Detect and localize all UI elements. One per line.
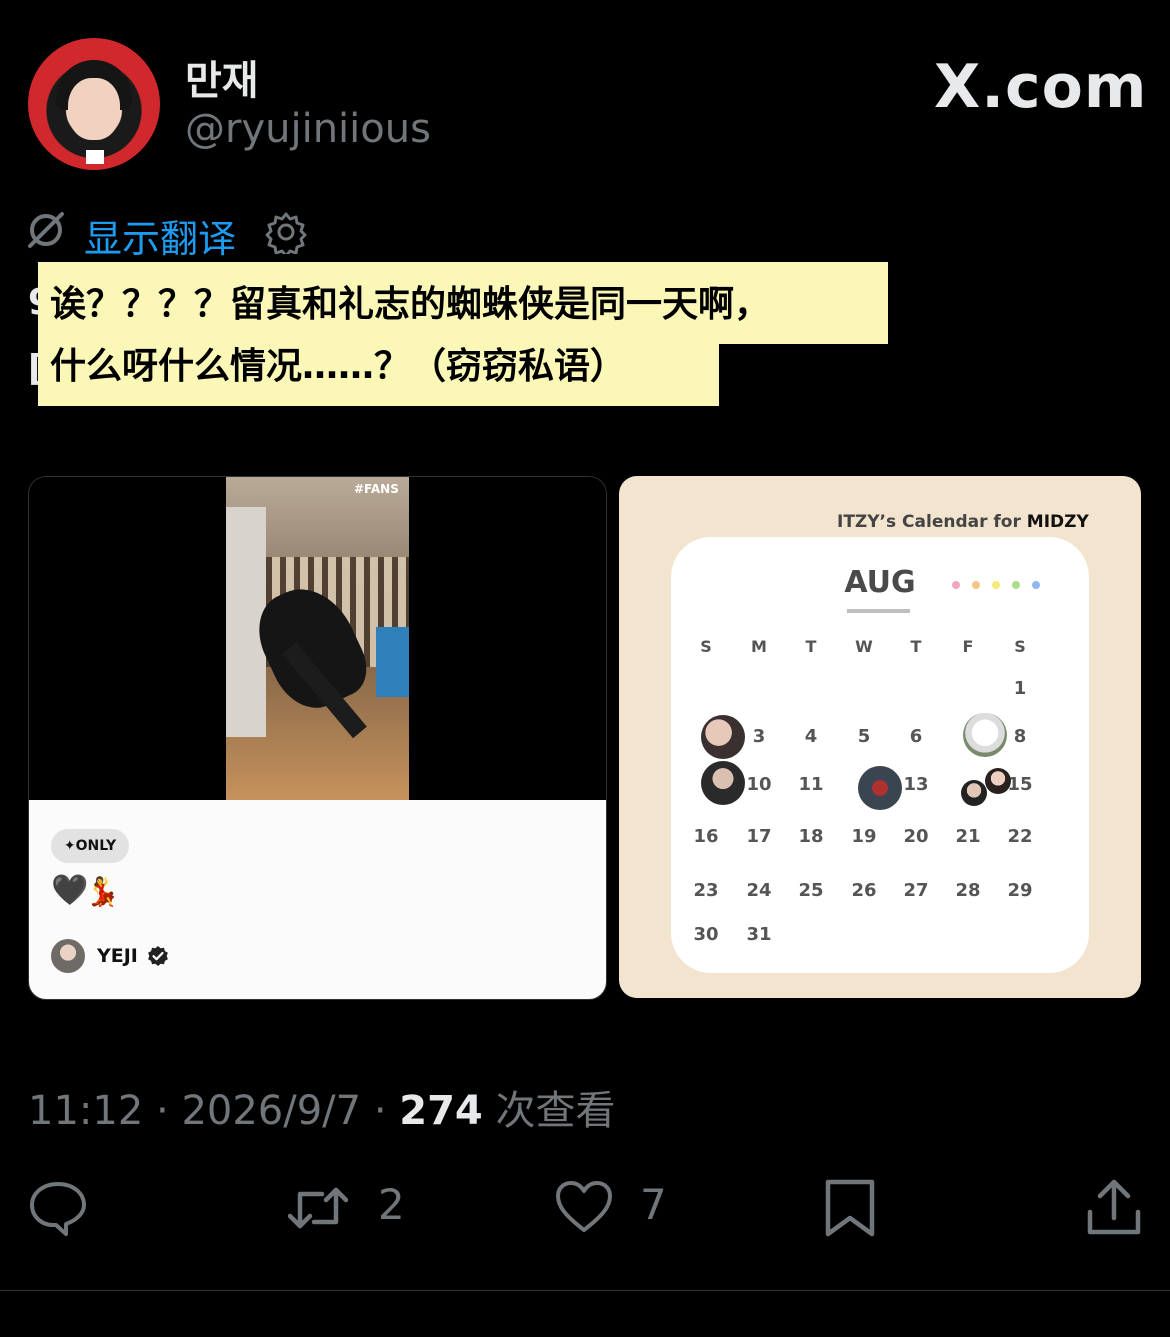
- calendar-day: 23: [693, 880, 719, 901]
- bottom-divider: [0, 1290, 1170, 1291]
- calendar-day: 20: [903, 826, 929, 847]
- share-icon[interactable]: [1084, 1178, 1144, 1238]
- views-label: 次查看: [495, 1088, 616, 1134]
- dancer-emoji: 💃: [85, 875, 120, 908]
- only-badge: ✦ONLY: [51, 829, 129, 863]
- settings-icon[interactable]: [264, 210, 308, 254]
- tweet-text-line-2: 什么呀什么情况……？（窃窃私语）: [38, 344, 719, 406]
- weekday-label: T: [805, 637, 817, 656]
- calendar-day: 19: [851, 826, 877, 847]
- weekday-label: S: [1014, 637, 1026, 656]
- calendar-day: 26: [851, 880, 877, 901]
- black-heart-emoji: 🖤: [51, 873, 89, 908]
- photo-day-9: [701, 761, 745, 805]
- like-count: 7: [640, 1180, 667, 1229]
- photo-day-12: [858, 766, 902, 810]
- views-count: 274: [399, 1088, 483, 1134]
- calendar-header-prefix: ITZY’s Calendar for: [837, 512, 1021, 532]
- calendar-day: 1: [1013, 678, 1027, 699]
- meta-separator: ·: [156, 1088, 182, 1134]
- author-display-name[interactable]: 만재: [185, 48, 259, 106]
- weekday-label: W: [855, 637, 873, 656]
- author-handle[interactable]: @ryujiniious: [185, 106, 431, 152]
- tweet-time[interactable]: 11:12: [28, 1088, 143, 1134]
- calendar-day: 6: [909, 726, 923, 747]
- no-translate-icon: [28, 212, 64, 248]
- calendar-day: 22: [1007, 826, 1033, 847]
- photo-day-7: [963, 713, 1007, 757]
- calendar-header: ITZY’s Calendar for MIDZY: [837, 512, 1089, 532]
- calendar-day: 28: [955, 880, 981, 901]
- fans-watermark: #FANS: [354, 482, 399, 496]
- calendar-day: 5: [857, 726, 871, 747]
- calendar-month: AUG: [844, 565, 916, 600]
- like-icon[interactable]: [554, 1178, 614, 1238]
- calendar-card: AUG SMTWTFS 1 3 4 5 6 8 10 11 13 15 16 17 18 19 20 21 22…: [671, 537, 1089, 973]
- media-card-right[interactable]: ITZY’s Calendar for MIDZY AUG SMTWTFS 13…: [619, 476, 1141, 998]
- calendar-day: 13: [903, 774, 929, 795]
- retweet-icon[interactable]: [288, 1178, 348, 1238]
- calendar-day: 11: [798, 774, 824, 795]
- media-card-left[interactable]: #FANS ✦ONLY 🖤 💃 YEJI: [28, 476, 607, 1000]
- color-dot: [1012, 581, 1020, 589]
- yeji-avatar: [51, 939, 85, 973]
- color-dot: [992, 581, 1000, 589]
- verified-icon: [148, 946, 168, 966]
- weekday-label: S: [700, 637, 712, 656]
- retweet-count: 2: [378, 1180, 405, 1229]
- color-dot: [952, 581, 960, 589]
- weekday-label: T: [910, 637, 922, 656]
- photo-day-2: [701, 715, 745, 759]
- brand-label: X.com: [934, 52, 1148, 122]
- meta-separator: ·: [373, 1088, 400, 1134]
- calendar-day: 18: [798, 826, 824, 847]
- calendar-day: 24: [746, 880, 772, 901]
- tweet-meta: 11:12 · 2026/9/7 · 274 次查看: [28, 1078, 615, 1136]
- tweet-date[interactable]: 2026/9/7: [181, 1088, 361, 1134]
- calendar-day: 16: [693, 826, 719, 847]
- calendar-day: 30: [693, 924, 719, 945]
- calendar-day: 17: [746, 826, 772, 847]
- calendar-day: 10: [746, 774, 772, 795]
- reply-icon[interactable]: [28, 1178, 88, 1238]
- calendar-header-strong: MIDZY: [1026, 512, 1089, 532]
- calendar-day: 27: [903, 880, 929, 901]
- calendar-day: 21: [955, 826, 981, 847]
- calendar-day: 4: [804, 726, 818, 747]
- photo-day-14a: [961, 780, 987, 806]
- calendar-day: 3: [752, 726, 766, 747]
- yeji-name: YEJI: [97, 945, 138, 967]
- color-dot: [1032, 581, 1040, 589]
- video-area: #FANS: [29, 477, 606, 800]
- author-avatar[interactable]: [28, 38, 160, 170]
- color-dot: [972, 581, 980, 589]
- tweet-text-line-1: 诶？？？？留真和礼志的蜘蛛侠是同一天啊，: [38, 262, 888, 344]
- weekday-label: M: [751, 637, 767, 656]
- dance-video-thumbnail[interactable]: #FANS: [226, 477, 409, 800]
- show-translation-link[interactable]: 显示翻译: [84, 208, 236, 263]
- weekday-label: F: [962, 637, 974, 656]
- photo-day-14b: [985, 768, 1011, 794]
- calendar-day: 31: [746, 924, 772, 945]
- bookmark-icon[interactable]: [820, 1178, 880, 1238]
- calendar-day: 25: [798, 880, 824, 901]
- month-underline: [847, 609, 910, 613]
- calendar-day: 29: [1007, 880, 1033, 901]
